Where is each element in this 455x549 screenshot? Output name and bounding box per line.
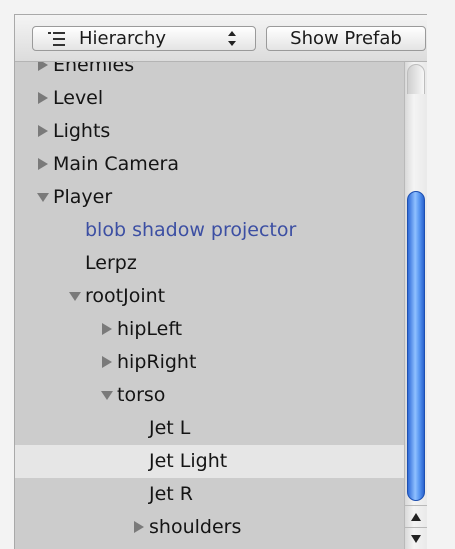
tree-row[interactable]: Enemies	[15, 62, 405, 82]
tree-row[interactable]: Jet L	[15, 412, 405, 445]
tree-row[interactable]: hipLeft	[15, 313, 405, 346]
tree-row-label: Enemies	[53, 62, 135, 76]
tree-row-label: blob shadow projector	[85, 219, 297, 241]
tree-row[interactable]: Main Camera	[15, 148, 405, 181]
tree-row-label: Jet L	[149, 417, 191, 439]
show-prefab-button[interactable]: Show Prefab	[266, 26, 426, 51]
tree-row-label: Level	[53, 87, 104, 109]
tree-row[interactable]: Player	[15, 181, 405, 214]
scroll-up-button[interactable]	[405, 505, 427, 528]
disclosure-expanded-icon[interactable]	[35, 181, 51, 214]
view-mode-label: Hierarchy	[79, 28, 167, 49]
tree-row[interactable]: Level	[15, 82, 405, 115]
list-icon	[48, 32, 65, 46]
tree-row-label: Lerpz	[85, 252, 137, 274]
tree-row-label: Lights	[53, 120, 111, 142]
view-mode-popup[interactable]: Hierarchy	[32, 26, 256, 51]
tree-row[interactable]: Jet Light	[15, 445, 405, 478]
scrollbar-track-top	[407, 64, 425, 94]
tree-row-label: Jet R	[149, 483, 193, 505]
tree-row-label: rootJoint	[85, 285, 166, 307]
tree-row-label: shoulders	[149, 516, 242, 538]
disclosure-collapsed-icon[interactable]	[99, 346, 115, 379]
disclosure-collapsed-icon[interactable]	[35, 62, 51, 82]
arrow-up-icon	[411, 513, 421, 521]
disclosure-collapsed-icon[interactable]	[131, 511, 147, 544]
tree-row[interactable]: torso	[15, 379, 405, 412]
tree-row-label: Jet Light	[149, 450, 228, 472]
tree-row-label: Player	[53, 186, 113, 208]
hierarchy-toolbar: Hierarchy Show Prefab	[15, 15, 427, 62]
tree-row-label: Main Camera	[53, 153, 179, 175]
tree-row[interactable]: hipRight	[15, 346, 405, 379]
tree-row[interactable]: blob shadow projector	[15, 214, 405, 247]
disclosure-expanded-icon[interactable]	[67, 280, 83, 313]
disclosure-expanded-icon[interactable]	[99, 379, 115, 412]
hierarchy-panel: Hierarchy Show Prefab Enemies Level Lights…	[14, 14, 427, 549]
tree-row[interactable]: Jet R	[15, 478, 405, 511]
tree-row[interactable]: shoulders	[15, 511, 405, 544]
popup-stepper-icon	[228, 31, 236, 46]
vertical-scrollbar[interactable]	[404, 62, 427, 549]
tree-row[interactable]: Lerpz	[15, 247, 405, 280]
tree-row-label: hipRight	[117, 351, 197, 373]
scroll-down-button[interactable]	[405, 527, 427, 549]
disclosure-collapsed-icon[interactable]	[35, 82, 51, 115]
disclosure-collapsed-icon[interactable]	[35, 148, 51, 181]
tree-row[interactable]: Lights	[15, 115, 405, 148]
disclosure-collapsed-icon[interactable]	[99, 313, 115, 346]
arrow-down-icon	[411, 535, 421, 543]
scrollbar-thumb[interactable]	[407, 191, 425, 501]
disclosure-collapsed-icon[interactable]	[35, 115, 51, 148]
tree-row-label: hipLeft	[117, 318, 183, 340]
tree-row[interactable]: rootJoint	[15, 280, 405, 313]
hierarchy-tree: Enemies Level Lights Main Camera Player blob …	[15, 62, 427, 549]
tree-row-label: torso	[117, 384, 166, 406]
